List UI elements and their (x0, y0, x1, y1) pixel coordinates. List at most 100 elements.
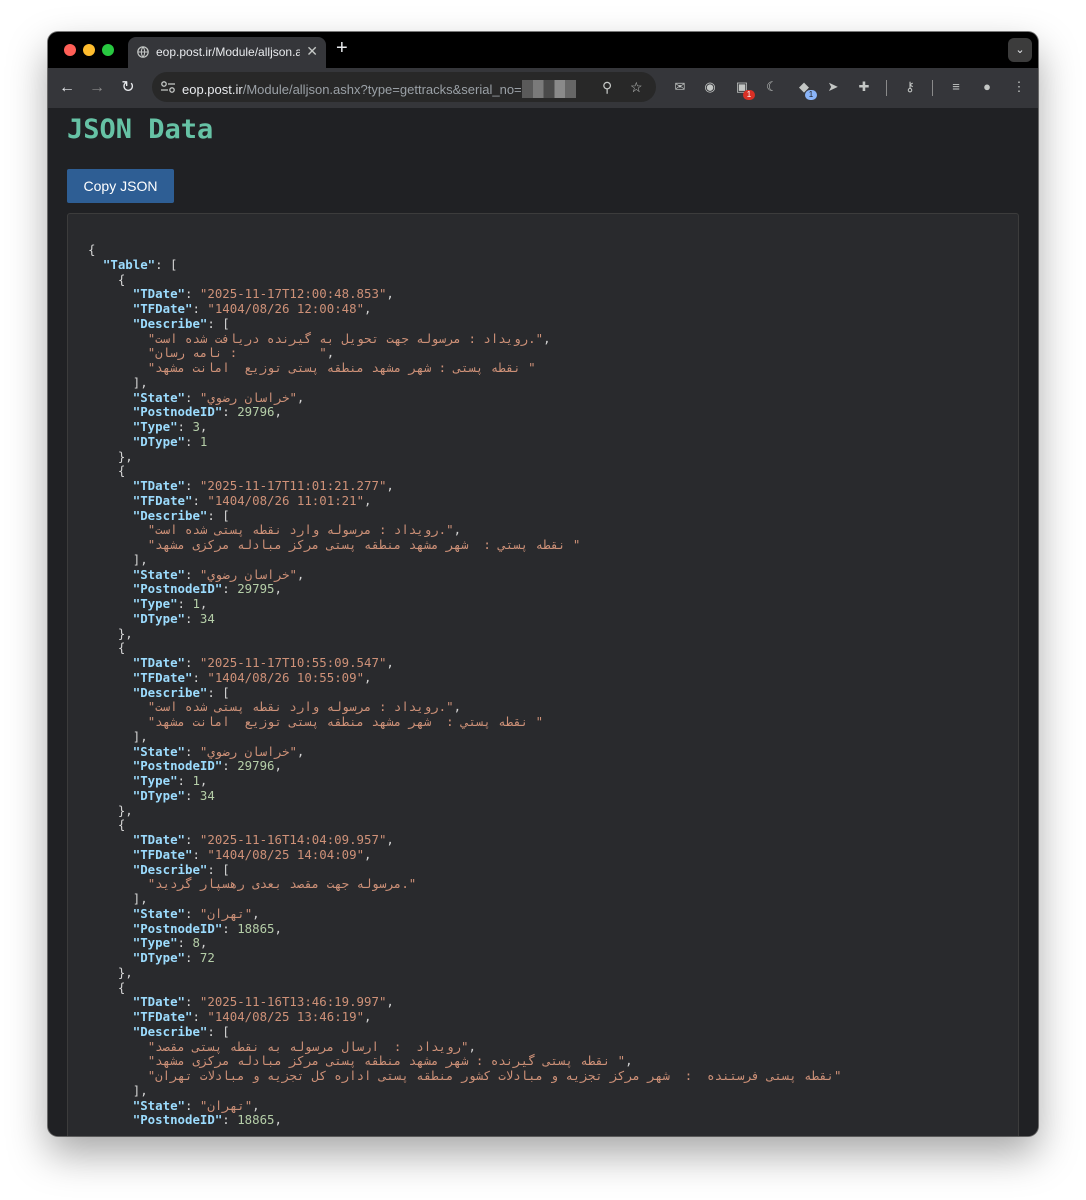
json-number-value: 1 (192, 596, 200, 611)
json-code: { "Table": [ { "TDate": "2025-11-17T12:0… (88, 242, 842, 1128)
page-content: JSON Data Copy JSON { "Table": [ { "TDat… (48, 108, 1038, 1136)
tab-strip: eop.post.ir/Module/alljson.ashx ✕ + ⌄ (48, 32, 1038, 68)
browser-menu-icon[interactable]: ⋮ (1011, 79, 1027, 95)
address-bar[interactable]: eop.post.ir/Module/alljson.ashx?type=get… (152, 72, 656, 102)
json-string-value: "نقطه پستی : شهر مشهد منطقه پستی توزیع ا… (147, 360, 536, 375)
bookmark-star-icon[interactable]: ☆ (630, 79, 643, 96)
extension-badge: 1 (743, 90, 755, 100)
browser-window: eop.post.ir/Module/alljson.ashx ✕ + ⌄ ← … (48, 32, 1038, 1136)
json-key: "DType" (132, 610, 185, 626)
profile-avatar[interactable]: ● (979, 79, 995, 95)
json-string-value: "1404/08/26 12:00:48" (207, 301, 365, 316)
zoom-icon[interactable]: ⚲ (602, 79, 612, 96)
json-key: "Describe" (132, 1023, 208, 1039)
json-string-value: "1404/08/25 14:04:09" (207, 846, 365, 862)
json-key: "DType" (132, 950, 185, 965)
back-button[interactable]: ← (56, 77, 78, 99)
json-string-value: "خراسان رضوي" (199, 743, 297, 759)
json-key: "PostnodeID" (132, 758, 223, 774)
page-title: JSON Data (67, 114, 214, 145)
json-string-value: "رویداد : ارسال مرسوله به نقطه پستی مقصد… (147, 1038, 469, 1054)
url-host: eop.post.ir (182, 82, 243, 97)
json-number-value: 1 (192, 773, 200, 788)
tab-active[interactable]: eop.post.ir/Module/alljson.ashx ✕ (128, 37, 326, 68)
json-key: "Describe" (132, 684, 208, 700)
json-number-value: 1 (199, 433, 208, 449)
tab-search-button[interactable]: ⌄ (1008, 38, 1032, 62)
json-key: "State" (132, 905, 185, 921)
json-string-value: "1404/08/26 11:01:21" (207, 492, 365, 508)
close-window-button[interactable] (64, 44, 76, 56)
mail-extension-icon[interactable]: ✉ (672, 79, 688, 95)
json-string-value: "نامه رسان : " (147, 345, 327, 361)
json-number-value: 3 (192, 419, 200, 434)
json-string-value: "نقطه پستی گیرنده : شهر مشهد منطقه پستی … (147, 1053, 626, 1069)
json-string-value: "نقطه پستی فرستنده : شهر مرکز تجزیه و مب… (147, 1068, 842, 1083)
url-path: /Module/alljson.ashx?type=gettracks&seri… (242, 82, 522, 97)
json-key: "Type" (132, 596, 178, 611)
json-key: "PostnodeID" (132, 581, 223, 597)
json-key: "Describe" (132, 861, 208, 877)
json-number-value: 8 (192, 935, 200, 951)
json-string-value: "2025-11-17T10:55:09.547" (199, 655, 387, 670)
json-number-value: 18865 (237, 1112, 275, 1128)
owl-extension-icon[interactable]: ◉ (702, 79, 718, 95)
json-key: "TDate" (132, 655, 185, 670)
json-key: "Type" (132, 935, 178, 951)
puzzle-extensions-icon[interactable]: ✚ (856, 79, 872, 95)
url-text: eop.post.ir/Module/alljson.ashx?type=get… (182, 80, 576, 98)
json-string-value: "2025-11-17T12:00:48.853" (199, 286, 387, 302)
json-key: "TFDate" (132, 301, 193, 316)
red-extension-icon[interactable]: ◆ 1 (796, 79, 817, 100)
copy-json-button[interactable]: Copy JSON (67, 169, 174, 203)
maximize-window-button[interactable] (102, 44, 114, 56)
extension-badge: 1 (805, 90, 817, 100)
json-number-value: 29796 (237, 758, 275, 774)
json-string-value: "2025-11-16T14:04:09.957" (199, 832, 387, 847)
json-key: "Table" (102, 256, 156, 272)
json-key: "DType" (132, 433, 185, 449)
json-key: "DType" (132, 787, 185, 803)
json-key: "TDate" (132, 286, 185, 302)
json-key: "TDate" (132, 832, 185, 847)
json-string-value: "رویداد : مرسوله جهت تحویل به گیرنده دری… (147, 330, 544, 346)
send-extension-icon[interactable]: ➤ (825, 79, 841, 95)
tab-title: eop.post.ir/Module/alljson.ashx (156, 45, 300, 59)
ad-block-extension-icon[interactable]: ▣ 1 (734, 79, 755, 100)
json-key: "TFDate" (132, 669, 193, 685)
json-string-value: "1404/08/25 13:46:19" (207, 1009, 365, 1024)
json-number-value: 29795 (237, 581, 275, 597)
json-string-value: "رویداد : مرسوله وارد نقطه پستی شده است.… (147, 522, 454, 538)
forward-button[interactable]: → (86, 77, 108, 99)
json-string-value: "تهران" (199, 1097, 253, 1113)
json-key: "State" (132, 389, 185, 405)
json-number-value: 34 (199, 610, 215, 626)
json-key: "PostnodeID" (132, 1112, 223, 1128)
json-key: "State" (132, 1097, 185, 1113)
minimize-window-button[interactable] (83, 44, 95, 56)
json-number-value: 18865 (237, 920, 275, 936)
password-key-icon[interactable]: ⚷ (902, 79, 918, 95)
json-key: "Type" (132, 419, 178, 434)
json-key: "TDate" (132, 994, 185, 1010)
json-key: "TFDate" (132, 846, 193, 862)
json-brace: { (88, 242, 96, 257)
json-key: "TFDate" (132, 492, 193, 508)
json-key: "PostnodeID" (132, 920, 223, 936)
reload-button[interactable]: ↻ (117, 77, 139, 99)
reading-list-icon[interactable]: ≡ (948, 79, 964, 95)
json-key: "PostnodeID" (132, 404, 223, 420)
new-tab-button[interactable]: + (336, 38, 348, 58)
json-string-value: "خراسان رضوي" (199, 389, 297, 405)
json-string-value: "مرسوله جهت مقصد بعدی رهسپار گردید." (147, 876, 417, 892)
json-key: "Describe" (132, 507, 208, 523)
close-tab-icon[interactable]: ✕ (306, 43, 318, 60)
json-key: "TFDate" (132, 1009, 193, 1024)
toolbar-divider (886, 80, 887, 96)
json-number-value: 34 (199, 787, 215, 803)
site-info-icon[interactable] (160, 80, 176, 94)
json-key: "TDate" (132, 478, 185, 493)
json-key: "State" (132, 743, 185, 759)
crescent-extension-icon[interactable]: ☾ (764, 79, 780, 95)
browser-toolbar: ← → ↻ eop.post.ir/Module/alljson.ashx?ty… (48, 68, 1038, 108)
